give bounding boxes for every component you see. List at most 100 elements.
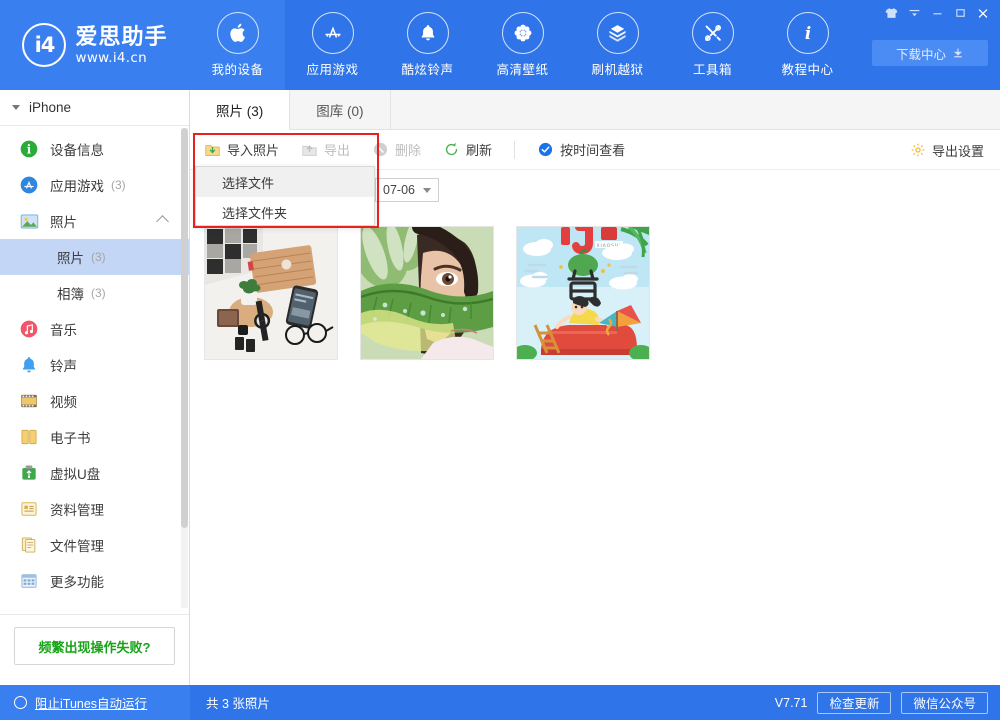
menu-item-select-file[interactable]: 选择文件 bbox=[196, 167, 374, 197]
sidebar-item-apps-games[interactable]: 应用游戏 (3) bbox=[0, 167, 189, 203]
nav-label: 教程中心 bbox=[781, 59, 833, 78]
device-selector[interactable]: iPhone bbox=[0, 90, 189, 126]
check-circle-icon bbox=[537, 141, 554, 158]
sidebar-item-label: 照片 bbox=[50, 211, 77, 231]
sidebar-item-count: (3) bbox=[111, 178, 126, 192]
device-name: iPhone bbox=[29, 100, 71, 115]
sidebar-item-videos[interactable]: 视频 bbox=[0, 383, 189, 419]
nav-label: 高清壁纸 bbox=[496, 59, 548, 78]
sidebar-scrollbar[interactable] bbox=[181, 128, 188, 608]
photo-grid: XIAOSHI bbox=[190, 212, 1000, 360]
menu-icon[interactable] bbox=[903, 3, 925, 23]
export-settings-button[interactable]: 导出设置 bbox=[910, 130, 984, 170]
sidebar-item-label: 电子书 bbox=[50, 427, 91, 447]
music-icon bbox=[18, 318, 40, 340]
refresh-icon bbox=[443, 141, 460, 158]
block-itunes-label: 阻止iTunes自动运行 bbox=[35, 693, 147, 712]
chevron-down-icon bbox=[423, 188, 431, 193]
gear-icon bbox=[910, 142, 926, 158]
tab-gallery[interactable]: 图库 (0) bbox=[290, 90, 390, 129]
window-controls bbox=[880, 3, 994, 23]
refresh-label: 刷新 bbox=[466, 140, 492, 159]
sidebar-item-virtual-usb[interactable]: 虚拟U盘 bbox=[0, 455, 189, 491]
video-icon bbox=[18, 390, 40, 412]
data-icon bbox=[18, 498, 40, 520]
bell-icon bbox=[407, 12, 449, 54]
sidebar-item-data-manage[interactable]: 资料管理 bbox=[0, 491, 189, 527]
desk-flatlay-photo bbox=[205, 227, 337, 359]
maximize-icon[interactable] bbox=[949, 3, 971, 23]
download-center-button[interactable]: 下载中心 bbox=[872, 40, 988, 66]
sidebar-menu: i 设备信息 应用游戏 (3) bbox=[0, 126, 189, 599]
version-label: V7.71 bbox=[775, 696, 808, 710]
photo-thumbnail[interactable]: XIAOSHI bbox=[516, 226, 650, 360]
box-icon bbox=[597, 12, 639, 54]
brand-url: www.i4.cn bbox=[75, 50, 167, 66]
nav-label: 酷炫铃声 bbox=[401, 59, 453, 78]
i4-logo-icon: i4 bbox=[22, 23, 66, 67]
block-itunes-toggle[interactable]: 阻止iTunes自动运行 bbox=[0, 685, 190, 720]
sidebar-subitem-albums[interactable]: 相簿 (3) bbox=[0, 275, 189, 311]
nav-label: 应用游戏 bbox=[306, 59, 358, 78]
top-bar: i4 爱思助手 www.i4.cn 我的设备 bbox=[0, 0, 1000, 90]
sidebar-item-label: 视频 bbox=[50, 391, 77, 411]
menu-item-select-folder[interactable]: 选择文件夹 bbox=[196, 197, 374, 227]
sidebar-subitem-photos[interactable]: 照片 (3) bbox=[0, 239, 189, 275]
sidebar-item-photos[interactable]: 照片 bbox=[0, 203, 189, 239]
sidebar-item-label: 铃声 bbox=[50, 355, 77, 375]
nav-apps-games[interactable]: 应用游戏 bbox=[285, 0, 380, 90]
nav-tutorial-center[interactable]: i 教程中心 bbox=[760, 0, 855, 90]
photo-thumbnail[interactable] bbox=[204, 226, 338, 360]
sidebar-subitem-label: 相簿 bbox=[57, 283, 84, 303]
scrollbar-thumb[interactable] bbox=[181, 128, 188, 528]
logo-text: i4 bbox=[35, 35, 55, 56]
more-icon bbox=[18, 570, 40, 592]
import-photos-button[interactable]: 导入照片 bbox=[204, 140, 279, 159]
flower-icon bbox=[502, 12, 544, 54]
nav-my-device[interactable]: 我的设备 bbox=[190, 0, 285, 90]
main-panel: 照片 (3) 图库 (0) 导入照片 导出 bbox=[190, 90, 1000, 685]
view-by-time-toggle[interactable]: 按时间查看 bbox=[537, 140, 625, 159]
content-tabs: 照片 (3) 图库 (0) bbox=[190, 90, 1000, 130]
check-update-button[interactable]: 检查更新 bbox=[817, 692, 891, 714]
refresh-button[interactable]: 刷新 bbox=[443, 140, 492, 159]
nav-wallpapers[interactable]: 高清壁纸 bbox=[475, 0, 570, 90]
spring-illustration-photo: XIAOSHI bbox=[517, 227, 649, 359]
delete-icon bbox=[372, 141, 389, 158]
tab-photos[interactable]: 照片 (3) bbox=[190, 90, 290, 130]
app-brand: i4 爱思助手 www.i4.cn bbox=[0, 0, 190, 90]
wechat-button[interactable]: 微信公众号 bbox=[901, 692, 988, 714]
woman-leaf-portrait-photo bbox=[361, 227, 493, 359]
sidebar-item-more-features[interactable]: 更多功能 bbox=[0, 563, 189, 599]
sidebar-item-device-info[interactable]: i 设备信息 bbox=[0, 131, 189, 167]
sidebar-subitem-label: 照片 bbox=[57, 247, 84, 267]
sidebar-item-ringtones[interactable]: 铃声 bbox=[0, 347, 189, 383]
main-navigation: 我的设备 应用游戏 bbox=[190, 0, 855, 90]
sidebar-item-label: 资料管理 bbox=[50, 499, 104, 519]
usb-icon bbox=[18, 462, 40, 484]
sidebar-item-label: 应用游戏 bbox=[50, 175, 104, 195]
sidebar-item-ebooks[interactable]: 电子书 bbox=[0, 419, 189, 455]
photo-thumbnail[interactable] bbox=[360, 226, 494, 360]
import-dropdown-menu: 选择文件 选择文件夹 bbox=[195, 166, 375, 226]
close-icon[interactable] bbox=[972, 3, 994, 23]
nav-toolbox[interactable]: 工具箱 bbox=[665, 0, 760, 90]
photo-count-status: 共 3 张照片 bbox=[190, 693, 270, 712]
nav-label: 工具箱 bbox=[693, 59, 732, 78]
import-icon bbox=[204, 141, 221, 158]
sidebar-item-label: 更多功能 bbox=[50, 571, 104, 591]
chevron-up-icon bbox=[156, 215, 169, 228]
sidebar: iPhone i 设备信息 bbox=[0, 90, 190, 685]
nav-flash-jailbreak[interactable]: 刷机越狱 bbox=[570, 0, 665, 90]
skin-icon[interactable] bbox=[880, 3, 902, 23]
date-filter-dropdown[interactable]: 07-06 bbox=[375, 178, 439, 202]
download-icon bbox=[952, 47, 964, 59]
book-icon bbox=[18, 426, 40, 448]
sidebar-item-file-manage[interactable]: 文件管理 bbox=[0, 527, 189, 563]
help-button[interactable]: 频繁出现操作失败? bbox=[14, 627, 175, 665]
sidebar-item-music[interactable]: 音乐 bbox=[0, 311, 189, 347]
sidebar-item-label: 设备信息 bbox=[50, 139, 104, 159]
apple-icon bbox=[217, 12, 259, 54]
nav-ringtones[interactable]: 酷炫铃声 bbox=[380, 0, 475, 90]
minimize-icon[interactable] bbox=[926, 3, 948, 23]
